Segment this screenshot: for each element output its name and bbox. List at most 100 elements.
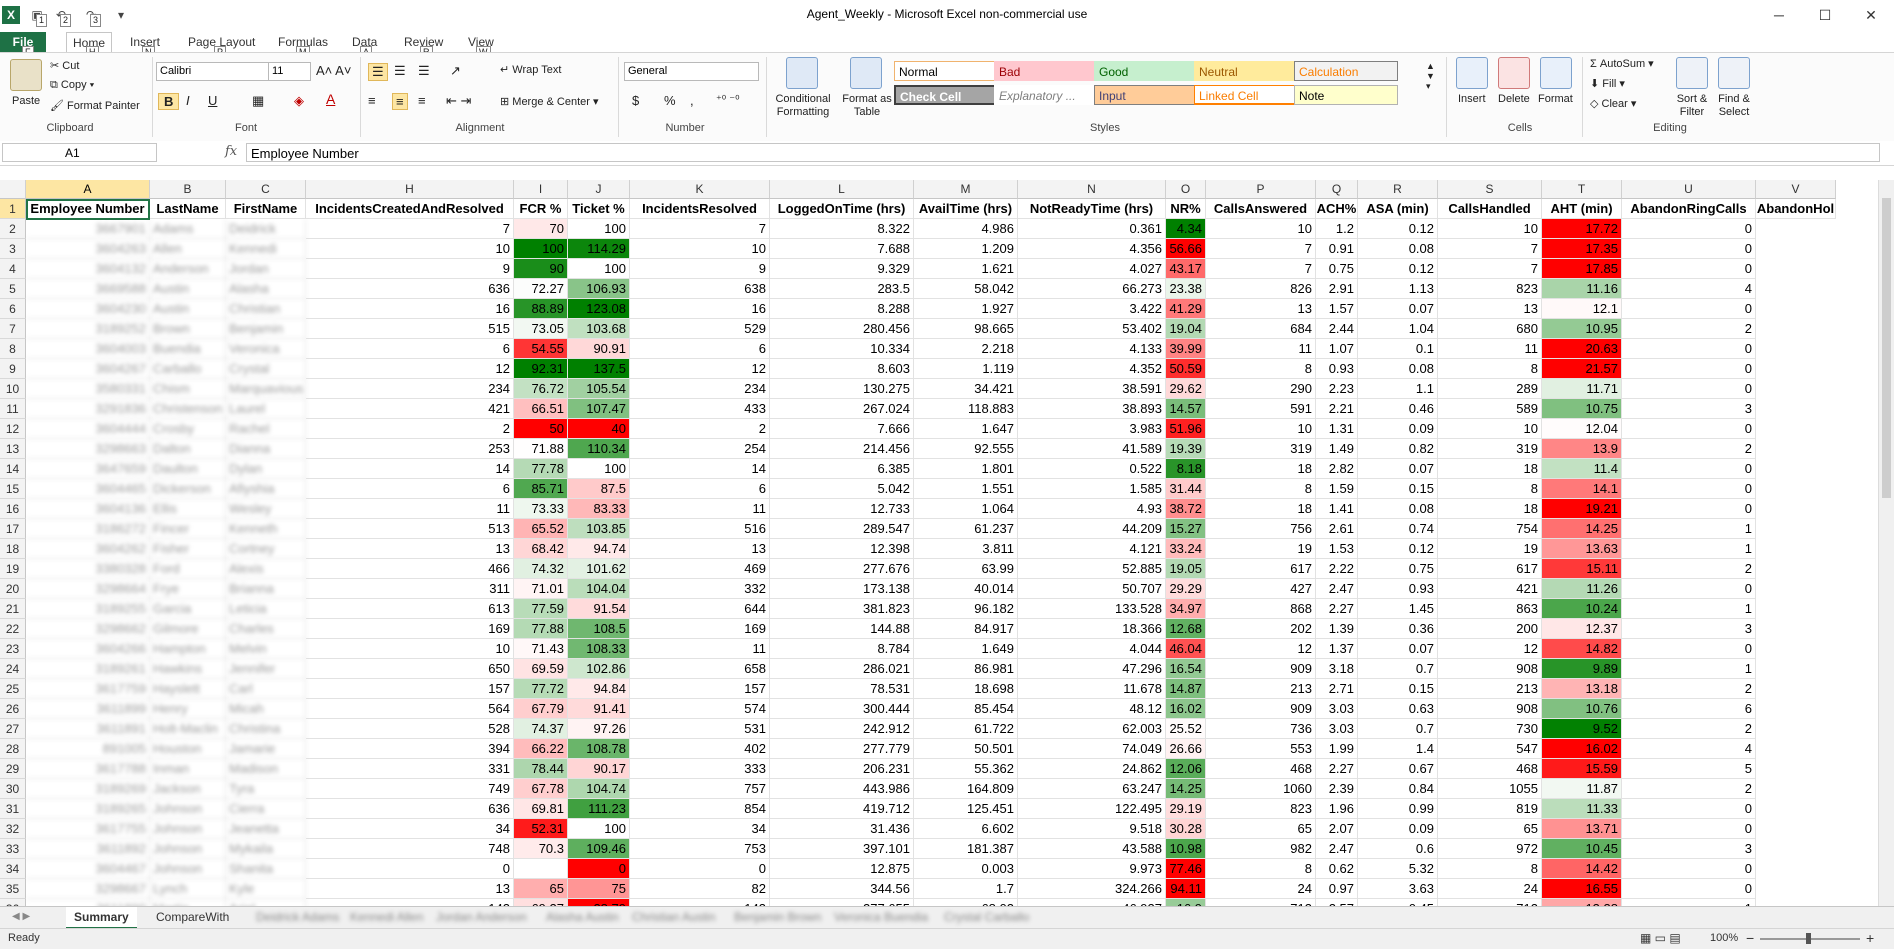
column-header-i[interactable]: I [514, 180, 568, 199]
font-color-icon[interactable]: A [326, 91, 335, 107]
data-cell[interactable]: 12.06 [1166, 759, 1206, 779]
row-header[interactable]: 11 [0, 399, 26, 419]
worksheet-grid[interactable]: A B C H I J K L M N O P Q R S T U V 1 Employee Number LastNa… [0, 180, 1878, 906]
data-cell[interactable]: 4.027 [1018, 259, 1166, 279]
data-cell[interactable]: 63.247 [1018, 779, 1166, 799]
data-cell[interactable]: 730 [1438, 719, 1542, 739]
row-header[interactable]: 9 [0, 359, 26, 379]
data-cell[interactable]: 0.45 [1358, 899, 1438, 906]
data-cell[interactable]: 19 [1206, 539, 1316, 559]
last-name-cell[interactable]: Johnson [150, 859, 226, 879]
data-cell[interactable]: 11 [306, 499, 514, 519]
data-cell[interactable]: 0.67 [1358, 759, 1438, 779]
last-name-cell[interactable]: Austin [150, 299, 226, 319]
data-cell[interactable]: 8 [1206, 859, 1316, 879]
column-title-cell[interactable]: CallsHandled [1438, 199, 1542, 219]
data-cell[interactable]: 0.6 [1358, 839, 1438, 859]
last-name-cell[interactable]: Crosby [150, 419, 226, 439]
cut-button[interactable]: ✂ Cut [50, 59, 79, 72]
last-name-cell[interactable]: Lynch [150, 879, 226, 899]
data-cell[interactable]: 43.17 [1166, 259, 1206, 279]
data-cell[interactable]: 1.209 [914, 239, 1018, 259]
data-cell[interactable]: 1.59 [1316, 479, 1358, 499]
column-title-cell[interactable]: FirstName [226, 199, 306, 219]
data-cell[interactable]: 0 [1622, 239, 1756, 259]
row-header[interactable]: 33 [0, 839, 26, 859]
data-cell[interactable]: 0.75 [1358, 559, 1438, 579]
data-cell[interactable]: 4.044 [1018, 639, 1166, 659]
data-cell[interactable]: 564 [306, 699, 514, 719]
data-cell[interactable]: 98.665 [914, 319, 1018, 339]
data-cell[interactable]: 6 [630, 479, 770, 499]
data-cell[interactable]: 10 [630, 239, 770, 259]
bottom-align-icon[interactable]: ☰ [418, 63, 430, 79]
first-name-cell[interactable]: Benjamin [226, 319, 306, 339]
data-cell[interactable]: 6.385 [770, 459, 914, 479]
data-cell[interactable]: 100 [568, 219, 630, 239]
row-header[interactable]: 2 [0, 219, 26, 239]
cell-style-bad[interactable]: Bad [994, 61, 1098, 81]
data-cell[interactable]: 16.54 [1166, 659, 1206, 679]
sheet-tab[interactable]: Crystal Carballo [936, 907, 1037, 927]
data-cell[interactable]: 0.1 [1358, 339, 1438, 359]
data-cell[interactable]: 0 [1622, 419, 1756, 439]
data-cell[interactable]: 65 [1438, 819, 1542, 839]
data-cell[interactable]: 0.93 [1358, 579, 1438, 599]
data-cell[interactable]: 0.09 [1358, 819, 1438, 839]
column-header-p[interactable]: P [1206, 180, 1316, 199]
data-cell[interactable]: 71.43 [514, 639, 568, 659]
data-cell[interactable]: 12 [630, 359, 770, 379]
insert-function-icon[interactable]: fx [225, 144, 237, 159]
data-cell[interactable]: 137.5 [568, 359, 630, 379]
data-cell[interactable]: 0 [1622, 299, 1756, 319]
data-cell[interactable]: 61.722 [914, 719, 1018, 739]
data-cell[interactable]: 118.883 [914, 399, 1018, 419]
employee-number-cell[interactable]: 3298662 [26, 619, 150, 639]
data-cell[interactable]: 10 [1438, 219, 1542, 239]
bold-button[interactable]: B [158, 93, 180, 110]
data-cell[interactable]: 1 [1622, 539, 1756, 559]
data-cell[interactable]: 100 [568, 819, 630, 839]
data-cell[interactable]: 684 [1206, 319, 1316, 339]
data-cell[interactable]: 7 [1438, 259, 1542, 279]
data-cell[interactable]: 748 [306, 839, 514, 859]
data-cell[interactable]: 44.209 [1018, 519, 1166, 539]
data-cell[interactable]: 636 [306, 279, 514, 299]
number-format-select[interactable]: General [624, 62, 759, 81]
data-cell[interactable]: 0.09 [1358, 419, 1438, 439]
column-title-cell[interactable]: ASA (min) [1358, 199, 1438, 219]
orientation-icon[interactable]: ↗ [450, 63, 461, 79]
row-header[interactable]: 16 [0, 499, 26, 519]
data-cell[interactable]: 85.71 [514, 479, 568, 499]
data-cell[interactable]: 1.1 [1358, 379, 1438, 399]
data-cell[interactable]: 16 [630, 299, 770, 319]
data-cell[interactable]: 18 [1206, 499, 1316, 519]
data-cell[interactable]: 206.231 [770, 759, 914, 779]
data-cell[interactable]: 14 [306, 459, 514, 479]
row-header[interactable]: 8 [0, 339, 26, 359]
data-cell[interactable]: 2.23 [1316, 379, 1358, 399]
cell-style-linked-cell[interactable]: Linked Cell [1194, 85, 1298, 105]
data-cell[interactable]: 69.27 [514, 899, 568, 906]
data-cell[interactable]: 70 [514, 219, 568, 239]
data-cell[interactable]: 650 [306, 659, 514, 679]
fill-color-icon[interactable]: ◈ [294, 93, 304, 109]
data-cell[interactable]: 69.59 [514, 659, 568, 679]
data-cell[interactable]: 253 [306, 439, 514, 459]
data-cell[interactable]: 5.32 [1358, 859, 1438, 879]
data-cell[interactable]: 319 [1206, 439, 1316, 459]
employee-number-cell[interactable]: 3298667 [26, 879, 150, 899]
data-cell[interactable]: 617 [1206, 559, 1316, 579]
data-cell[interactable]: 200 [1438, 619, 1542, 639]
conditional-formatting-button[interactable]: Conditional Formatting [770, 93, 836, 119]
row-header[interactable]: 12 [0, 419, 26, 439]
data-cell[interactable]: 6 [1622, 699, 1756, 719]
data-cell[interactable]: 76.72 [514, 379, 568, 399]
data-cell[interactable]: 754 [1438, 519, 1542, 539]
data-cell[interactable]: 6.602 [914, 819, 1018, 839]
data-cell[interactable]: 125.451 [914, 799, 1018, 819]
first-name-cell[interactable]: Rachel [226, 419, 306, 439]
data-cell[interactable]: 40 [568, 419, 630, 439]
data-cell[interactable]: 68.02 [914, 899, 1018, 906]
row-header[interactable]: 15 [0, 479, 26, 499]
